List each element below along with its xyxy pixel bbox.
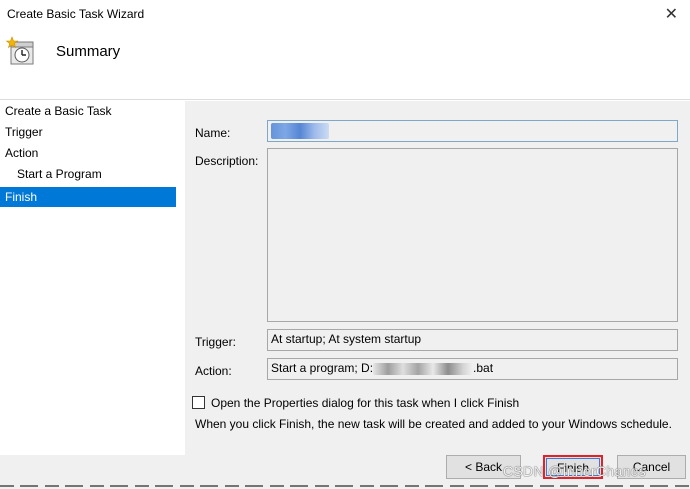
page-heading: Summary (56, 43, 121, 60)
open-properties-checkbox[interactable] (192, 396, 205, 409)
step-trigger[interactable]: Trigger (0, 122, 176, 142)
name-field[interactable] (267, 120, 678, 142)
redacted-path (373, 362, 474, 375)
step-finish[interactable]: Finish (0, 187, 176, 207)
window-title: Create Basic Task Wizard (7, 7, 145, 21)
finish-info-text: When you click Finish, the new task will… (195, 417, 672, 431)
task-clock-icon (6, 36, 34, 65)
action-label: Action: (195, 364, 232, 378)
description-field[interactable] (267, 148, 678, 322)
wizard-steps-sidebar: Create a Basic Task Trigger Action Start… (0, 101, 184, 455)
dashed-divider (0, 485, 690, 487)
name-label: Name: (195, 126, 231, 140)
step-start-a-program[interactable]: Start a Program (0, 164, 176, 184)
summary-form: Name: Description: Trigger: At startup; … (185, 101, 690, 455)
redacted-name (271, 122, 329, 139)
action-value-prefix: Start a program; D: (271, 361, 374, 375)
csdn-watermark: CSDN @InnerChanes (503, 463, 647, 479)
action-value-field: Start a program; D: .bat (267, 358, 678, 380)
trigger-label: Trigger: (195, 335, 236, 349)
wizard-header: Summary (0, 30, 690, 100)
trigger-value: At startup; At system startup (271, 332, 422, 346)
open-properties-checkbox-label[interactable]: Open the Properties dialog for this task… (211, 396, 519, 410)
trigger-value-field: At startup; At system startup (267, 329, 678, 351)
wizard-button-bar: < Back Finish Cancel CSDN @InnerChanes (0, 455, 690, 489)
action-value-suffix: .bat (473, 361, 494, 375)
close-icon[interactable]: ✕ (665, 4, 678, 23)
step-action[interactable]: Action (0, 143, 176, 163)
title-bar: Create Basic Task Wizard ✕ (0, 0, 690, 30)
description-label: Description: (195, 154, 259, 168)
step-create-basic-task[interactable]: Create a Basic Task (0, 101, 176, 121)
